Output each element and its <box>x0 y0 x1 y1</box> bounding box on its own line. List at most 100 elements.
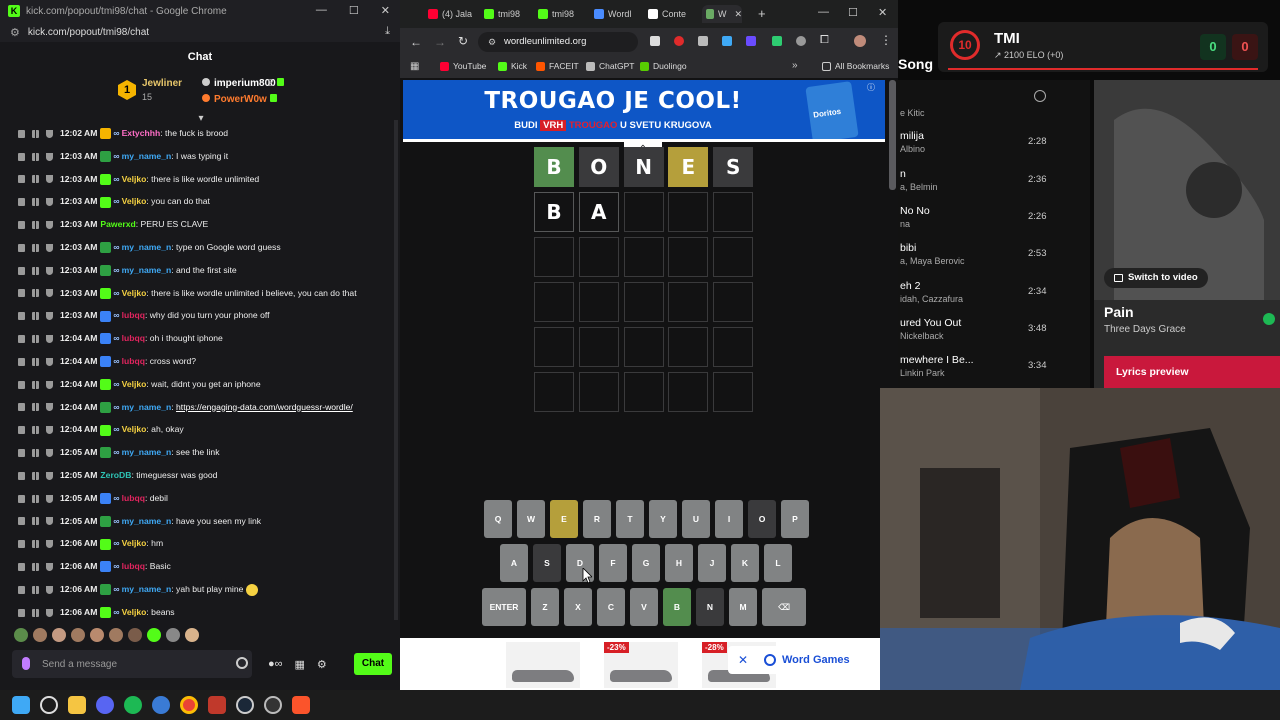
app-icon[interactable] <box>152 696 170 714</box>
spotify-icon[interactable] <box>124 696 142 714</box>
message-username[interactable]: my_name_n <box>122 447 172 457</box>
keyboard-key[interactable]: O <box>748 500 776 538</box>
emote-icon[interactable] <box>14 628 28 642</box>
chat-message-input[interactable]: Send a message <box>12 650 252 678</box>
track-row[interactable]: eh 2 idah, Cazzafura 2:34 <box>900 280 1060 310</box>
close-button[interactable]: ✕ <box>381 4 390 17</box>
ban-shield-icon[interactable] <box>46 152 53 161</box>
keyboard-key[interactable]: J <box>698 544 726 582</box>
ban-shield-icon[interactable] <box>46 426 53 435</box>
keyboard-key[interactable]: G <box>632 544 660 582</box>
message-link[interactable]: https://engaging-data.com/wordguessr-wor… <box>176 402 353 412</box>
message-username[interactable]: lubqq <box>122 356 145 366</box>
timeout-icon[interactable] <box>32 334 39 343</box>
ban-shield-icon[interactable] <box>46 243 53 252</box>
keyboard-key[interactable]: S <box>533 544 561 582</box>
pin-icon[interactable] <box>18 540 25 549</box>
pin-icon[interactable] <box>18 312 25 321</box>
message-username[interactable]: Veljko <box>122 607 147 617</box>
timeout-icon[interactable] <box>32 380 39 389</box>
close-icon[interactable]: ✕ <box>738 646 748 674</box>
message-username[interactable]: Extychhh <box>122 128 161 138</box>
message-username[interactable]: my_name_n <box>122 242 172 252</box>
pin-icon[interactable] <box>18 175 25 184</box>
keyboard-key[interactable]: C <box>597 588 625 626</box>
collapse-pinned-icon[interactable]: ▾ <box>195 113 207 124</box>
timeout-icon[interactable] <box>32 608 39 617</box>
keyboard-key[interactable]: V <box>630 588 658 626</box>
ban-shield-icon[interactable] <box>46 448 53 457</box>
ban-shield-icon[interactable] <box>46 380 53 389</box>
track-row[interactable]: No No na 2:26 <box>900 205 1060 235</box>
saved-check-icon[interactable] <box>1263 313 1275 325</box>
bookmark-item[interactable]: FACEIT <box>536 61 579 71</box>
ban-shield-icon[interactable] <box>46 175 53 184</box>
browser-menu-icon[interactable]: ⋮ <box>880 33 892 47</box>
pin-icon[interactable] <box>18 243 25 252</box>
pin-icon[interactable] <box>18 289 25 298</box>
keyboard-key[interactable]: K <box>731 544 759 582</box>
all-bookmarks-button[interactable]: All Bookmarks <box>822 61 889 71</box>
back-arrow-icon[interactable]: ← <box>410 35 422 49</box>
message-username[interactable]: Veljko <box>122 174 147 184</box>
pin-icon[interactable] <box>18 266 25 275</box>
emote-icon[interactable] <box>71 628 85 642</box>
site-settings-icon[interactable]: ⚙ <box>10 26 20 39</box>
word-games-button[interactable]: ✕ Word Games <box>728 646 878 674</box>
timeout-icon[interactable] <box>32 494 39 503</box>
ban-shield-icon[interactable] <box>46 494 53 503</box>
keyboard-key[interactable]: X <box>564 588 592 626</box>
timeout-icon[interactable] <box>32 152 39 161</box>
close-button[interactable]: ✕ <box>878 6 887 19</box>
brave-icon[interactable] <box>292 696 310 714</box>
pin-icon[interactable] <box>18 448 25 457</box>
bookmark-item[interactable]: Duolingo <box>640 61 687 71</box>
extension-icon[interactable] <box>746 36 756 46</box>
timeout-icon[interactable] <box>32 243 39 252</box>
browser-tab[interactable]: W ✕ <box>702 5 742 23</box>
search-icon[interactable] <box>40 696 58 714</box>
pin-icon[interactable] <box>18 198 25 207</box>
timeout-icon[interactable] <box>32 540 39 549</box>
browser-tab[interactable]: tmi98 <box>484 5 532 23</box>
emote-strip[interactable] <box>14 628 214 644</box>
download-icon[interactable]: ⤓ <box>385 25 390 38</box>
track-row[interactable]: milija Albino 2:28 <box>900 130 1060 160</box>
timeout-icon[interactable] <box>32 175 39 184</box>
ban-shield-icon[interactable] <box>46 562 53 571</box>
ban-shield-icon[interactable] <box>46 608 53 617</box>
infinity-icon[interactable]: ●∞ <box>268 658 283 670</box>
keyboard-key[interactable]: B <box>663 588 691 626</box>
ban-shield-icon[interactable] <box>46 266 53 275</box>
keyboard-key[interactable]: L <box>764 544 792 582</box>
keyboard-key[interactable]: U <box>682 500 710 538</box>
pin-icon[interactable] <box>18 471 25 480</box>
ban-shield-icon[interactable] <box>46 334 53 343</box>
maximize-button[interactable]: ☐ <box>848 6 858 19</box>
profile-avatar[interactable] <box>854 35 866 47</box>
emote-icon[interactable] <box>33 628 47 642</box>
keyboard-key[interactable]: A <box>500 544 528 582</box>
track-row[interactable]: bibi a, Maya Berovic 2:53 <box>900 242 1060 272</box>
emote-icon[interactable] <box>147 628 161 642</box>
extension-icon[interactable] <box>698 36 708 46</box>
gear-icon[interactable]: ⚙ <box>317 658 327 671</box>
ban-shield-icon[interactable] <box>46 403 53 412</box>
pin-icon[interactable] <box>18 403 25 412</box>
leaderboard-second-name[interactable]: imperium800 <box>202 78 276 89</box>
ban-shield-icon[interactable] <box>46 129 53 138</box>
leaderboard-first-name[interactable]: Jewliner <box>142 78 182 89</box>
extension-icon[interactable] <box>722 36 732 46</box>
forward-arrow-icon[interactable]: → <box>434 35 446 49</box>
message-username[interactable]: lubqq <box>122 333 145 343</box>
ban-shield-icon[interactable] <box>46 220 53 229</box>
message-username[interactable]: Veljko <box>122 379 147 389</box>
file-explorer-icon[interactable] <box>68 696 86 714</box>
bookmark-item[interactable]: Kick <box>498 61 527 71</box>
browser-tab[interactable]: Conte <box>648 5 696 23</box>
keyboard-key[interactable]: ⌫ <box>762 588 806 626</box>
pin-icon[interactable] <box>18 357 25 366</box>
pin-icon[interactable] <box>18 334 25 343</box>
message-username[interactable]: Veljko <box>122 538 147 548</box>
emote-icon[interactable] <box>166 628 180 642</box>
